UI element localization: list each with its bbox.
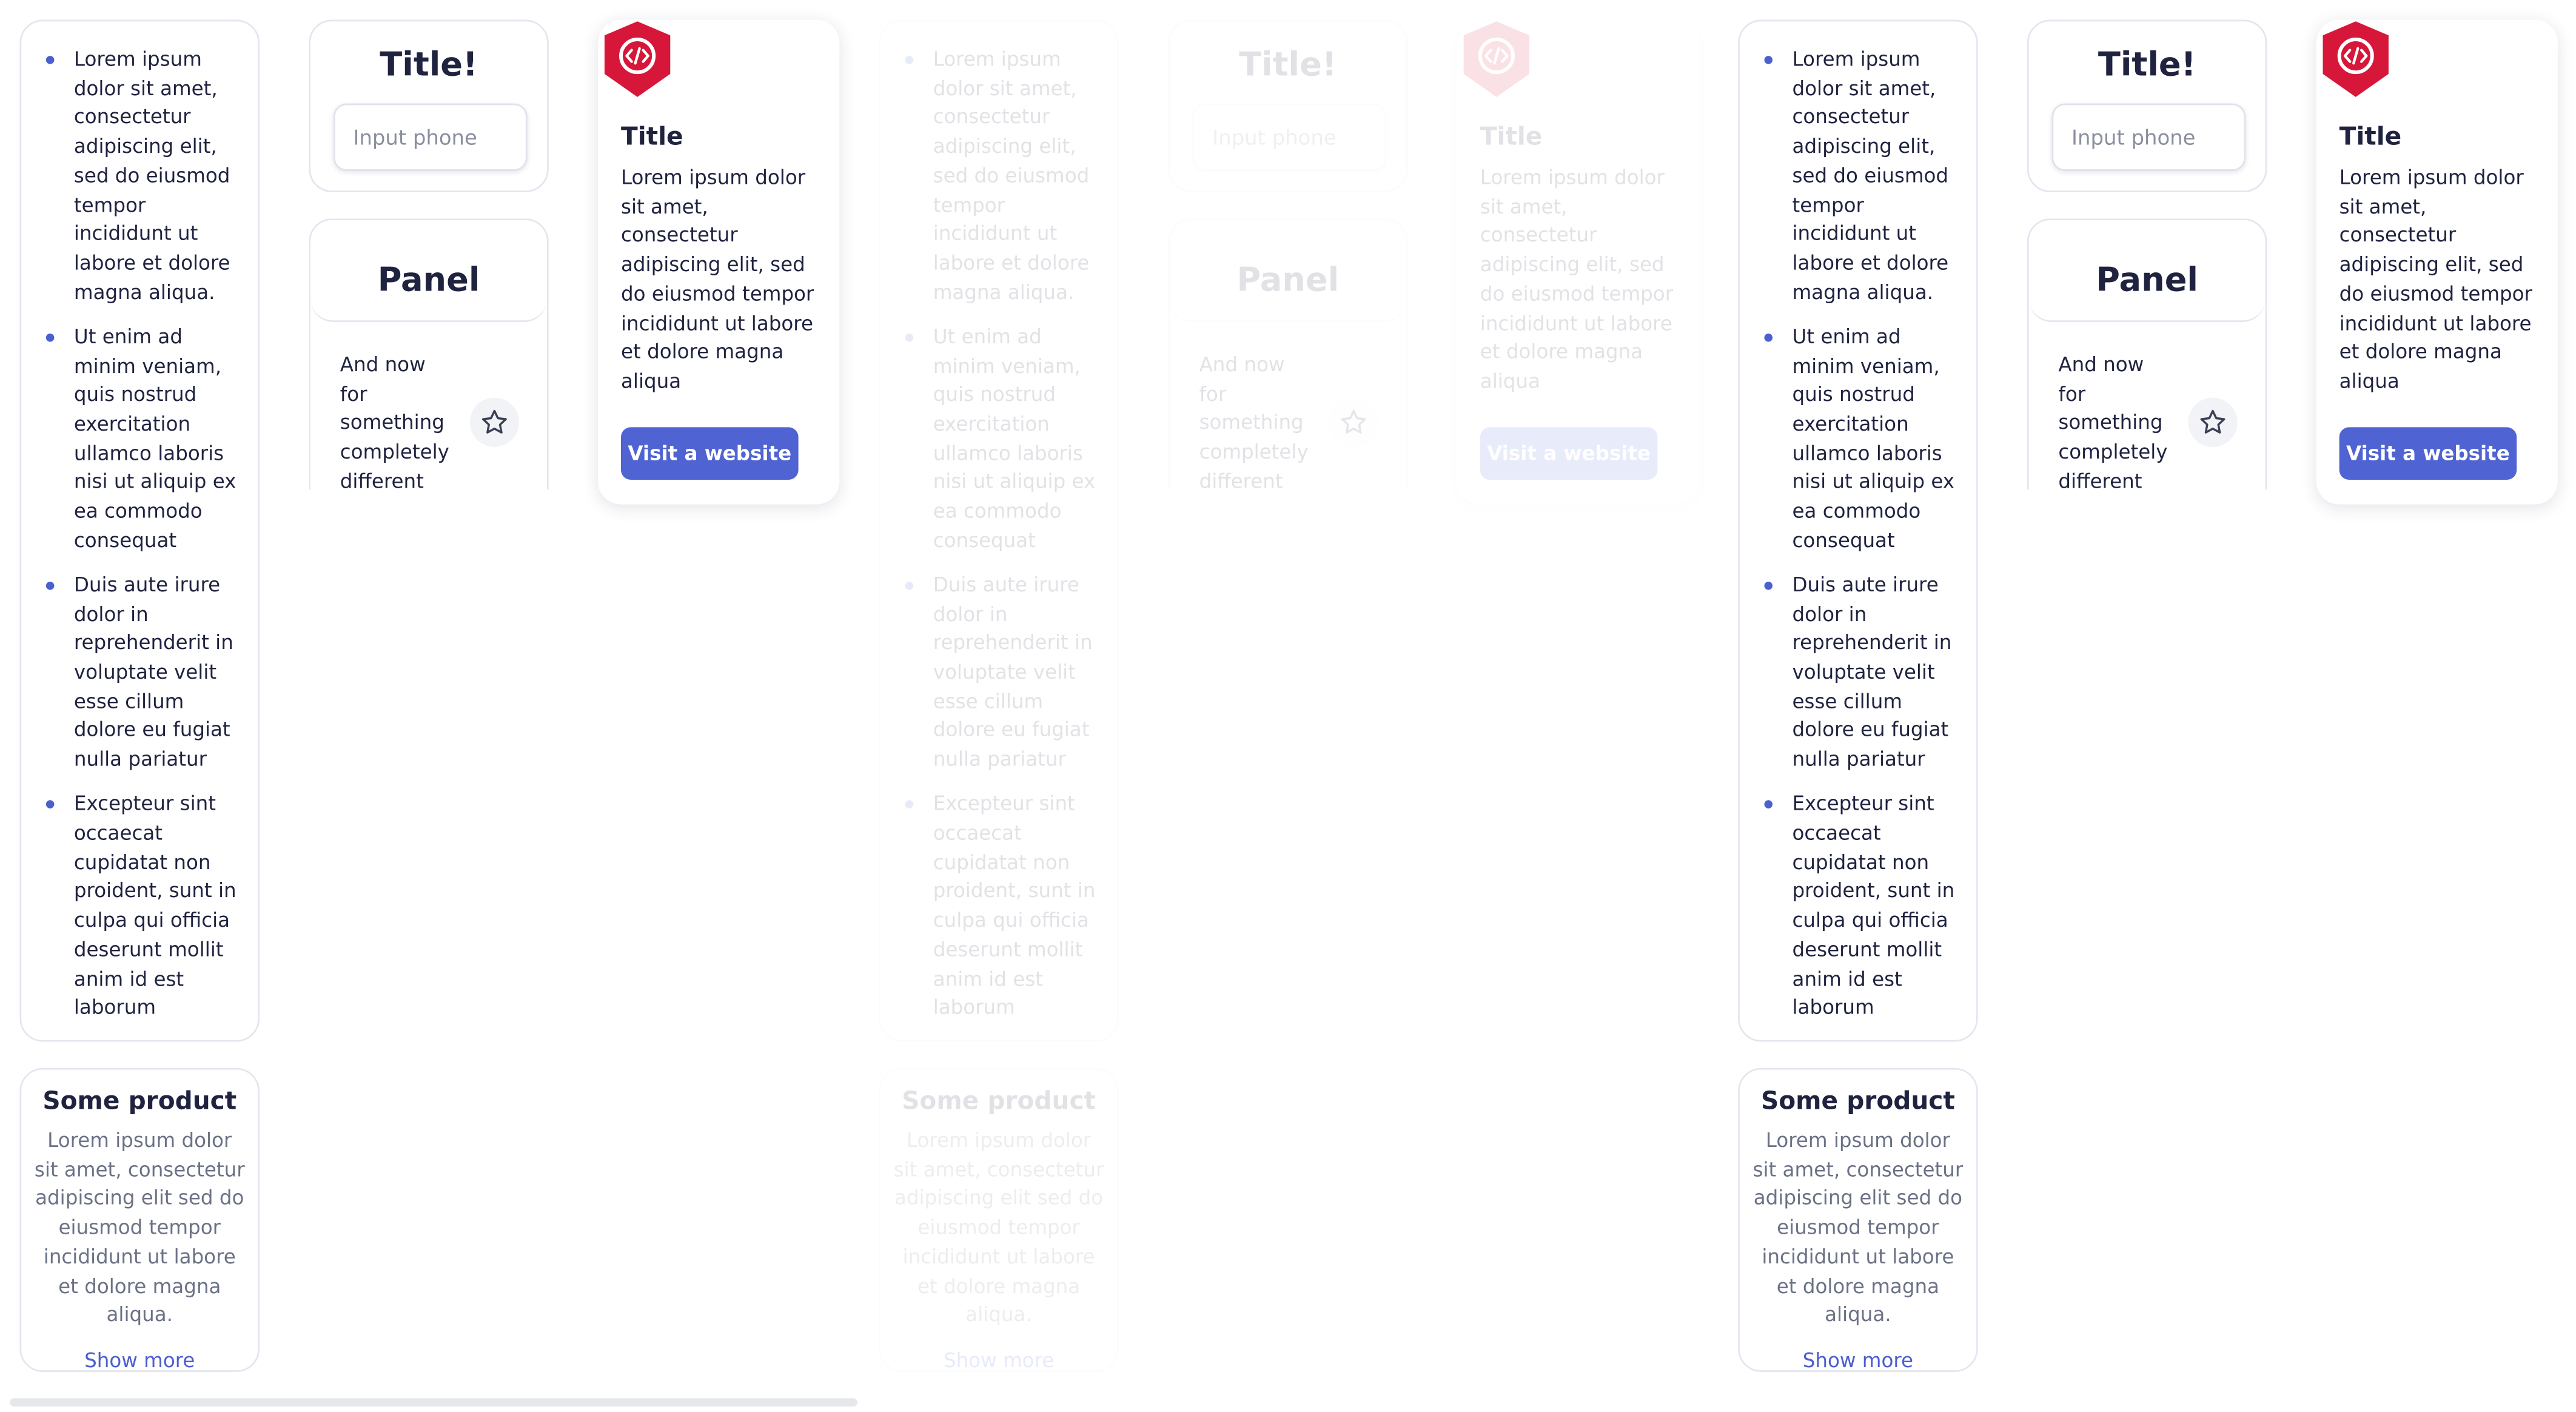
card-title: Title! [1239, 44, 1337, 84]
info-title: Title [621, 121, 683, 152]
panel-body: And now for something completely differe… [1170, 322, 1406, 489]
component-set-3: Lorem ipsum dolor sit amet, consectetur … [1719, 0, 2573, 1412]
info-title: Title [2339, 121, 2402, 152]
info-card: Title Lorem ipsum dolor sit amet, consec… [598, 19, 840, 505]
panel-text: And now for something completely differe… [1199, 353, 1309, 490]
panel-title: Panel [310, 220, 548, 322]
card-title: Title! [380, 44, 478, 84]
product-card: Some product Lorem ipsum dolor sit amet,… [1738, 1067, 1978, 1373]
list-item: Lorem ipsum dolor sit amet, consectetur … [44, 46, 241, 308]
product-title: Some product [902, 1086, 1096, 1116]
product-description: Lorem ipsum dolor sit amet, consectetur … [1753, 1129, 1964, 1326]
list-item: Excepteur sint occaecat cupidatat non pr… [904, 791, 1101, 1024]
title-card: Title! [2027, 19, 2267, 192]
list-item: Lorem ipsum dolor sit amet, consectetur … [904, 46, 1101, 308]
panel-body: And now for something completely differe… [2029, 322, 2266, 489]
list-card: Lorem ipsum dolor sit amet, consectetur … [1738, 19, 1978, 1042]
visit-website-button[interactable]: Visit a website [1480, 427, 1658, 480]
list-item: Duis aute irure dolor in reprehenderit i… [1763, 572, 1960, 776]
info-text: Lorem ipsum dolor sit amet, consectetur … [621, 166, 814, 393]
panel-card: Panel And now for something completely d… [2027, 218, 2267, 490]
product-description: Lorem ipsum dolor sit amet, consectetur … [893, 1129, 1104, 1326]
card-title: Title! [2098, 44, 2196, 84]
panel-title: Panel [2028, 220, 2266, 322]
star-icon [2200, 409, 2225, 434]
bullet-list: Lorem ipsum dolor sit amet, consectetur … [904, 46, 1101, 1024]
panel-body: And now for something completely differe… [310, 322, 547, 489]
list-item: Ut enim ad minim veniam, quis nostrud ex… [44, 323, 241, 556]
product-description: Lorem ipsum dolor sit amet, consectetur … [34, 1129, 245, 1326]
phone-input[interactable] [333, 103, 528, 171]
code-shield-icon [2323, 21, 2389, 97]
panel-card: Panel And now for something completely d… [309, 218, 549, 490]
favorite-button[interactable] [1329, 397, 1378, 447]
list-item: Duis aute irure dolor in reprehenderit i… [44, 572, 241, 776]
phone-input[interactable] [1192, 103, 1387, 171]
product-title: Some product [1760, 1086, 1955, 1116]
product-card: Some product Lorem ipsum dolor sit amet,… [879, 1067, 1119, 1373]
horizontal-scrollbar[interactable] [10, 1398, 858, 1407]
phone-input[interactable] [2051, 103, 2246, 171]
list-item: Excepteur sint occaecat cupidatat non pr… [1763, 791, 1960, 1024]
show-more-link[interactable]: Show more [944, 1349, 1054, 1372]
info-title: Title [1480, 121, 1543, 152]
bullet-list: Lorem ipsum dolor sit amet, consectetur … [1763, 46, 1960, 1024]
component-set-2-faded: Lorem ipsum dolor sit amet, consectetur … [859, 0, 1714, 1412]
list-item: Ut enim ad minim veniam, quis nostrud ex… [904, 323, 1101, 556]
list-item: Duis aute irure dolor in reprehenderit i… [904, 572, 1101, 776]
info-card: Title Lorem ipsum dolor sit amet, consec… [1457, 19, 1699, 505]
code-shield-icon [1463, 21, 1530, 97]
visit-website-button[interactable]: Visit a website [621, 427, 799, 480]
panel-text: And now for something completely differe… [340, 353, 449, 490]
title-card: Title! [1168, 19, 1408, 192]
code-shield-icon [604, 21, 671, 97]
info-card: Title Lorem ipsum dolor sit amet, consec… [2316, 19, 2558, 505]
panel-title: Panel [1169, 220, 1406, 322]
list-card: Lorem ipsum dolor sit amet, consectetur … [19, 19, 260, 1042]
product-card: Some product Lorem ipsum dolor sit amet,… [19, 1067, 260, 1373]
favorite-button[interactable] [2188, 397, 2238, 447]
star-icon [1341, 409, 1366, 434]
canvas: Lorem ipsum dolor sit amet, consectetur … [0, 0, 2576, 1412]
panel-text: And now for something completely differe… [2058, 353, 2168, 490]
visit-website-button[interactable]: Visit a website [2339, 427, 2517, 480]
star-icon [481, 409, 507, 434]
title-card: Title! [309, 19, 549, 192]
list-item: Lorem ipsum dolor sit amet, consectetur … [1763, 46, 1960, 308]
product-title: Some product [42, 1086, 237, 1116]
list-item: Excepteur sint occaecat cupidatat non pr… [44, 791, 241, 1024]
show-more-link[interactable]: Show more [1803, 1349, 1913, 1372]
show-more-link[interactable]: Show more [84, 1349, 195, 1372]
list-item: Ut enim ad minim veniam, quis nostrud ex… [1763, 323, 1960, 556]
panel-card: Panel And now for something completely d… [1168, 218, 1408, 490]
favorite-button[interactable] [469, 397, 520, 447]
component-set-1: Lorem ipsum dolor sit amet, consectetur … [0, 0, 854, 1412]
list-card: Lorem ipsum dolor sit amet, consectetur … [879, 19, 1119, 1042]
info-text: Lorem ipsum dolor sit amet, consectetur … [1480, 166, 1674, 393]
bullet-list: Lorem ipsum dolor sit amet, consectetur … [44, 46, 241, 1024]
info-text: Lorem ipsum dolor sit amet, consectetur … [2339, 166, 2532, 393]
